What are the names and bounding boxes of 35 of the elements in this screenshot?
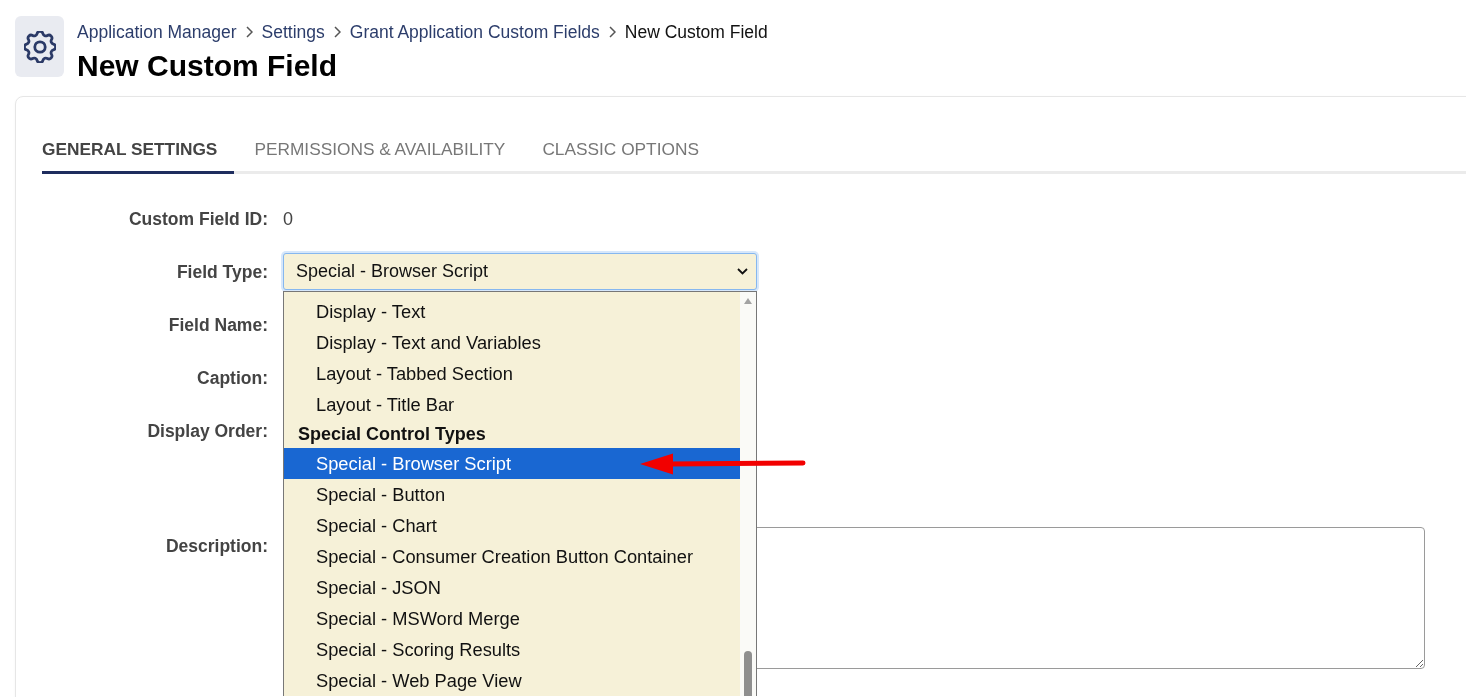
breadcrumb-current: New Custom Field xyxy=(624,21,768,43)
option-group-label: Special Control Types xyxy=(297,423,487,446)
field-value: 0 xyxy=(283,208,293,231)
dropdown-option[interactable]: Special - JSON xyxy=(284,572,740,603)
dropdown-option[interactable]: Display - Text and Variables xyxy=(284,327,740,358)
dropdown-option[interactable]: Special - Button xyxy=(284,479,740,510)
dropdown-option[interactable]: Special - Web Page View xyxy=(284,665,740,696)
field-type-select[interactable]: Special - Browser Script xyxy=(283,253,757,290)
dropdown-option[interactable]: Special - Consumer Creation Button Container xyxy=(284,541,740,572)
dropdown-option[interactable]: Display - Text xyxy=(284,296,740,327)
field-label: Field Type: xyxy=(176,261,268,284)
chevron-down-icon xyxy=(737,268,748,275)
field-label: Description: xyxy=(165,535,268,558)
dropdown-option[interactable]: Layout - Title Bar xyxy=(284,389,740,420)
dropdown-option[interactable]: Special - Browser Script xyxy=(284,448,740,479)
dropdown-option[interactable]: Special - Chart xyxy=(284,510,740,541)
breadcrumb-link[interactable]: Settings xyxy=(261,21,325,43)
tab[interactable]: PERMISSIONS & AVAILABILITY xyxy=(254,138,523,174)
dropdown-option[interactable]: Layout - Tabbed Section xyxy=(284,358,740,389)
breadcrumb-link[interactable]: Application Manager xyxy=(77,21,237,43)
tab[interactable]: GENERAL SETTINGS xyxy=(42,138,235,174)
field-label: Caption: xyxy=(197,367,268,390)
chevron-right-icon xyxy=(245,26,253,38)
field-label: Display Order: xyxy=(147,420,268,443)
chevron-right-icon xyxy=(608,26,616,38)
settings-icon xyxy=(15,16,64,77)
dropdown-option[interactable]: Special - MSWord Merge xyxy=(284,603,740,634)
page-title: New Custom Field xyxy=(77,48,339,84)
scrollbar[interactable] xyxy=(740,292,756,696)
breadcrumb-link[interactable]: Grant Application Custom Fields xyxy=(349,21,600,43)
field-label: Field Name: xyxy=(168,314,268,337)
chevron-right-icon xyxy=(333,26,341,38)
dropdown-option[interactable]: Special - Scoring Results xyxy=(284,634,740,665)
field-label: Custom Field ID: xyxy=(128,208,268,231)
tab[interactable]: CLASSIC OPTIONS xyxy=(542,138,716,174)
